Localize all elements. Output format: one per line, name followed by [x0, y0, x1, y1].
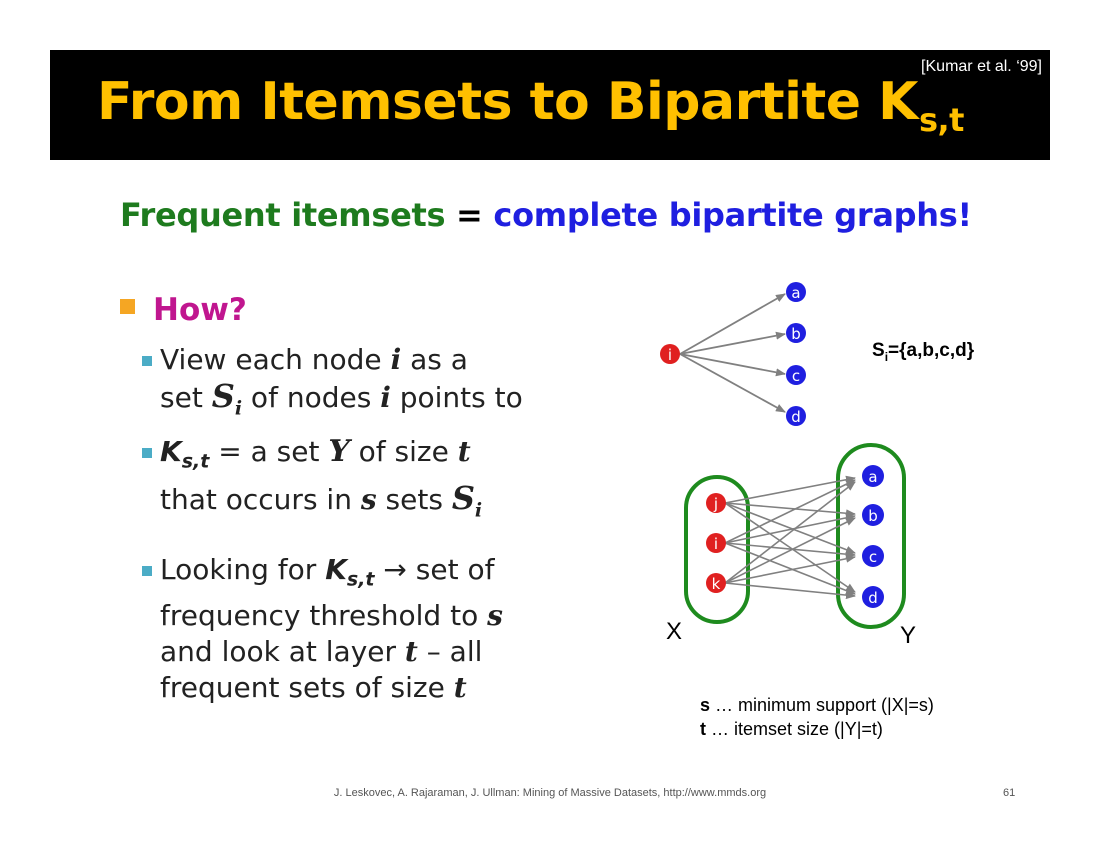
- edge-i-b2: [724, 513, 856, 544]
- node-b-label: b: [791, 325, 801, 343]
- set-si-label: Si={a,b,c,d}: [872, 340, 974, 364]
- definition-t: t … itemset size (|Y|=t): [700, 717, 934, 741]
- footer-citation: J. Leskovec, A. Rajaraman, J. Ullman: Mi…: [333, 787, 767, 799]
- edge-k-d: [724, 582, 856, 600]
- definition-s: s … minimum support (|X|=s): [700, 693, 934, 717]
- graph-diagrams: i a b c d j i k a b c d: [660, 282, 906, 629]
- def-t-text: … itemset size (|Y|=t): [706, 719, 883, 739]
- edge-i-a2: [724, 479, 856, 544]
- def-s-key: s: [700, 695, 711, 715]
- node-d-bip-label: d: [868, 589, 878, 607]
- node-c-label: c: [792, 367, 800, 385]
- si-rest: ={a,b,c,d}: [888, 340, 975, 361]
- node-c-bip-label: c: [869, 548, 877, 566]
- set-y-label: Y: [900, 622, 917, 649]
- set-x-label: X: [666, 618, 683, 645]
- node-j-label: j: [713, 495, 718, 513]
- def-s-text: … minimum support (|X|=s): [710, 695, 934, 715]
- node-a-label: a: [791, 284, 800, 302]
- edge-i-a: [679, 293, 786, 355]
- edge-i-c: [679, 353, 786, 377]
- bipartite-graph: j i k a b c d: [684, 443, 906, 629]
- star-graph: i a b c d: [660, 282, 806, 426]
- node-k-label: k: [712, 575, 721, 593]
- si-S: S: [872, 340, 885, 361]
- node-b-bip-label: b: [868, 507, 878, 525]
- definitions: s … minimum support (|X|=s) t … itemset …: [700, 693, 934, 741]
- page-number: 61: [1003, 787, 1016, 799]
- node-a-bip-label: a: [868, 468, 877, 486]
- node-i-label: i: [668, 346, 672, 364]
- edge-i-d: [679, 353, 786, 413]
- node-i-bip-label: i: [714, 535, 718, 553]
- node-d-label: d: [791, 408, 801, 426]
